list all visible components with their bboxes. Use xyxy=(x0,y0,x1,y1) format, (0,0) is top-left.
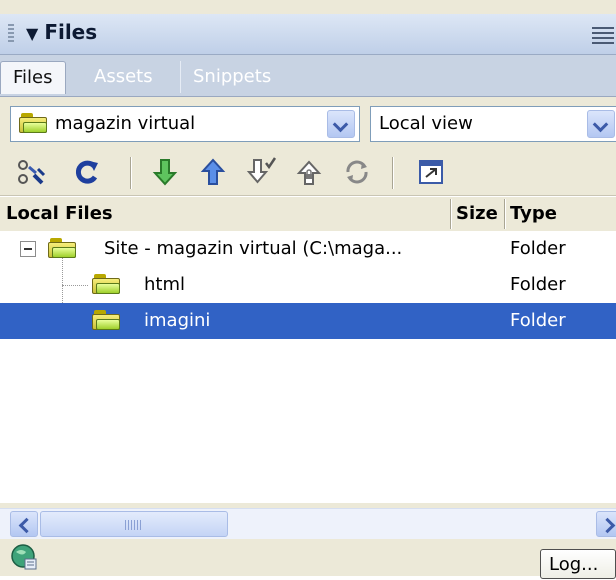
scroll-right-icon[interactable] xyxy=(596,511,616,537)
column-size[interactable]: Size xyxy=(456,203,498,224)
list-item-selected[interactable]: imagini Folder xyxy=(0,303,616,339)
scroll-left-icon[interactable] xyxy=(10,511,38,537)
chevron-down-icon[interactable] xyxy=(587,110,615,138)
get-files-icon[interactable] xyxy=(148,155,182,189)
put-files-icon[interactable] xyxy=(196,155,230,189)
toolbar xyxy=(0,149,616,196)
folder-icon xyxy=(92,310,120,330)
toolbar-separator xyxy=(130,157,132,189)
check-out-icon[interactable] xyxy=(244,155,278,189)
synchronize-icon[interactable] xyxy=(340,155,374,189)
site-folder-icon xyxy=(19,113,47,133)
status-bar: Log... xyxy=(0,539,616,579)
refresh-icon[interactable] xyxy=(70,155,104,189)
list-item[interactable]: Site - magazin virtual (C:\maga... Folde… xyxy=(0,231,616,267)
tab-files[interactable]: Files xyxy=(0,61,66,94)
files-panel: ▼ Files Files Assets Snippets magazin vir… xyxy=(0,0,616,579)
column-divider[interactable] xyxy=(450,199,452,229)
panel-options-icon[interactable] xyxy=(592,24,614,44)
collapse-toggle-icon[interactable] xyxy=(20,241,36,257)
column-header-row: Local Files Size Type xyxy=(0,196,616,232)
log-button[interactable]: Log... xyxy=(540,549,616,579)
tab-bar: Files Assets Snippets xyxy=(0,55,616,97)
view-select[interactable]: Local view xyxy=(370,106,616,142)
folder-icon xyxy=(92,274,120,294)
file-list[interactable]: Site - magazin virtual (C:\maga... Folde… xyxy=(0,231,616,503)
panel-title-label: Files xyxy=(44,20,98,44)
list-item-name: html xyxy=(144,274,186,295)
expand-collapse-icon[interactable] xyxy=(414,155,448,189)
list-item-name: imagini xyxy=(144,310,211,331)
list-item-type: Folder xyxy=(510,274,566,295)
toolbar-separator xyxy=(392,157,394,189)
connect-icon[interactable] xyxy=(14,155,48,189)
panel-title[interactable]: ▼ Files xyxy=(26,20,97,44)
list-item-name: Site - magazin virtual (C:\maga... xyxy=(104,238,403,259)
grip-handle-icon[interactable] xyxy=(8,24,14,44)
site-view-row: magazin virtual Local view xyxy=(0,97,616,149)
tab-assets[interactable]: Assets xyxy=(82,61,165,93)
folder-icon xyxy=(48,238,76,258)
column-local-files[interactable]: Local Files xyxy=(6,203,113,224)
scroll-thumb[interactable] xyxy=(40,511,228,537)
column-divider[interactable] xyxy=(504,199,506,229)
collapse-triangle-icon[interactable]: ▼ xyxy=(26,24,38,43)
site-status-globe-icon xyxy=(10,543,38,571)
panel-header[interactable]: ▼ Files xyxy=(0,14,616,55)
site-select-value: magazin virtual xyxy=(55,113,196,134)
list-item[interactable]: html Folder xyxy=(0,267,616,303)
site-select[interactable]: magazin virtual xyxy=(10,106,360,142)
list-item-type: Folder xyxy=(510,310,566,331)
check-in-icon[interactable] xyxy=(292,155,326,189)
list-item-type: Folder xyxy=(510,238,566,259)
tab-snippets[interactable]: Snippets xyxy=(180,61,283,93)
chevron-down-icon[interactable] xyxy=(327,110,355,138)
column-type[interactable]: Type xyxy=(510,203,557,224)
horizontal-scrollbar[interactable] xyxy=(0,508,616,539)
view-select-value: Local view xyxy=(379,113,473,134)
